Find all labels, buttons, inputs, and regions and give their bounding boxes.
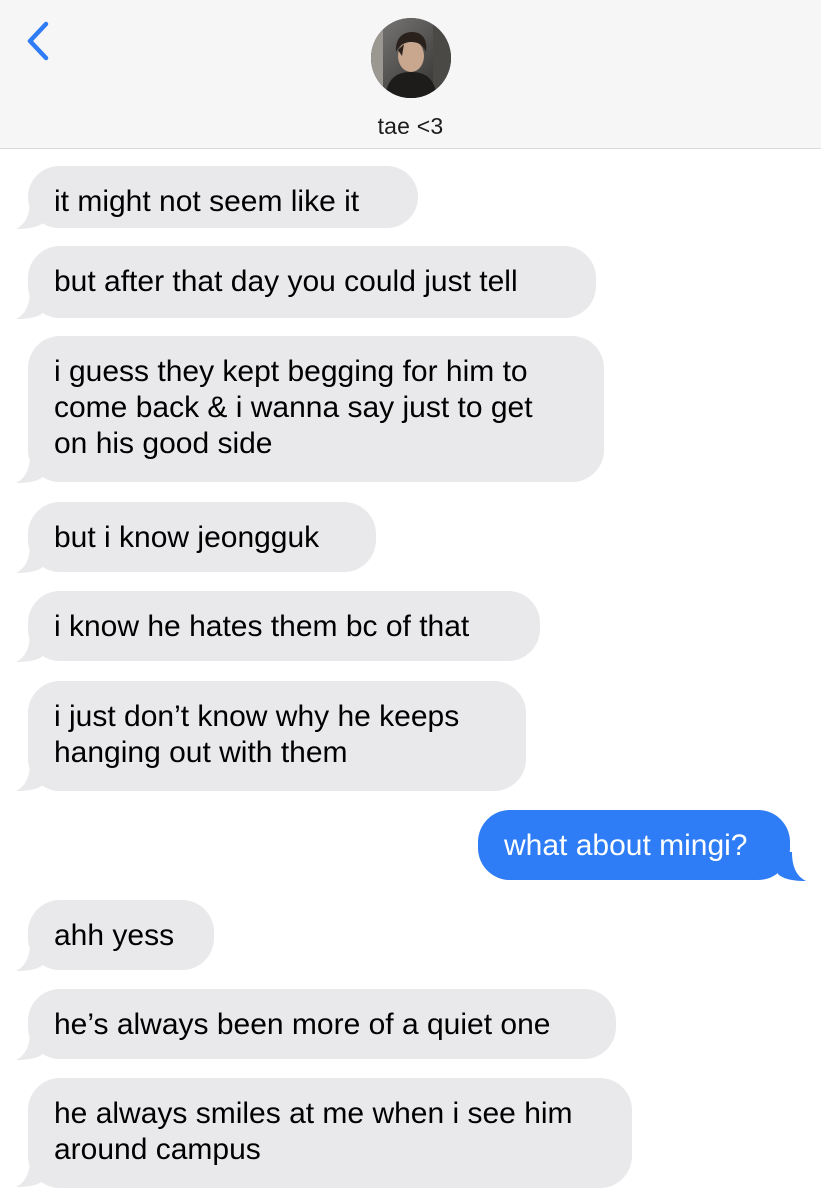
message-text: around campus — [54, 1133, 261, 1166]
bubble-tail — [16, 762, 44, 791]
bubble-tail — [16, 290, 44, 319]
message-text: he’s always been more of a quiet one — [54, 1008, 551, 1041]
bubble-tail — [778, 852, 806, 881]
bubble-tail — [16, 454, 44, 483]
message-bubble-received[interactable]: i just don’t know why he keeps hanging o… — [28, 681, 526, 791]
message-bubble-received[interactable]: but i know jeongguk — [28, 502, 376, 572]
message-text: but after that day you could just tell — [54, 265, 518, 298]
message-bubble-received[interactable]: he always smiles at me when i see him ar… — [28, 1078, 632, 1188]
message-thread: it might not seem like it but after that… — [0, 150, 821, 1200]
message-text: it might not seem like it — [54, 185, 360, 218]
bubble-tail — [16, 200, 44, 229]
message-bubble-received[interactable]: but after that day you could just tell — [28, 246, 596, 318]
message-text: hanging out with them — [54, 736, 348, 769]
chevron-left-icon — [27, 21, 49, 61]
bubble-tail — [16, 544, 44, 573]
message-text: ahh yess — [54, 919, 175, 952]
message-text: i just don’t know why he keeps — [54, 700, 460, 733]
bubble-tail — [16, 1158, 44, 1187]
message-text: i know he hates them bc of that — [54, 610, 470, 643]
back-button[interactable] — [22, 18, 62, 64]
message-bubble-received[interactable]: i guess they kept begging for him to com… — [28, 336, 604, 482]
bubble-tail — [16, 633, 44, 662]
message-text: he always smiles at me when i see him — [54, 1097, 573, 1130]
message-text: on his good side — [54, 427, 273, 460]
message-text: i guess they kept begging for him to — [54, 355, 528, 388]
message-bubble-received[interactable]: it might not seem like it — [28, 166, 418, 228]
contact-name[interactable]: tae <3 — [0, 113, 821, 140]
message-bubble-received[interactable]: i know he hates them bc of that — [28, 591, 540, 661]
message-bubble-received[interactable]: ahh yess — [28, 900, 214, 970]
bubble-tail — [16, 1031, 44, 1060]
message-bubble-received[interactable]: he’s always been more of a quiet one — [28, 989, 616, 1059]
conversation-header: tae <3 — [0, 0, 821, 149]
message-text: what about mingi? — [504, 829, 748, 862]
message-text: come back & i wanna say just to get — [54, 391, 533, 424]
message-text: but i know jeongguk — [54, 521, 320, 554]
message-bubble-sent[interactable]: what about mingi? — [478, 810, 790, 880]
contact-avatar[interactable] — [371, 18, 451, 98]
bubble-tail — [16, 942, 44, 971]
